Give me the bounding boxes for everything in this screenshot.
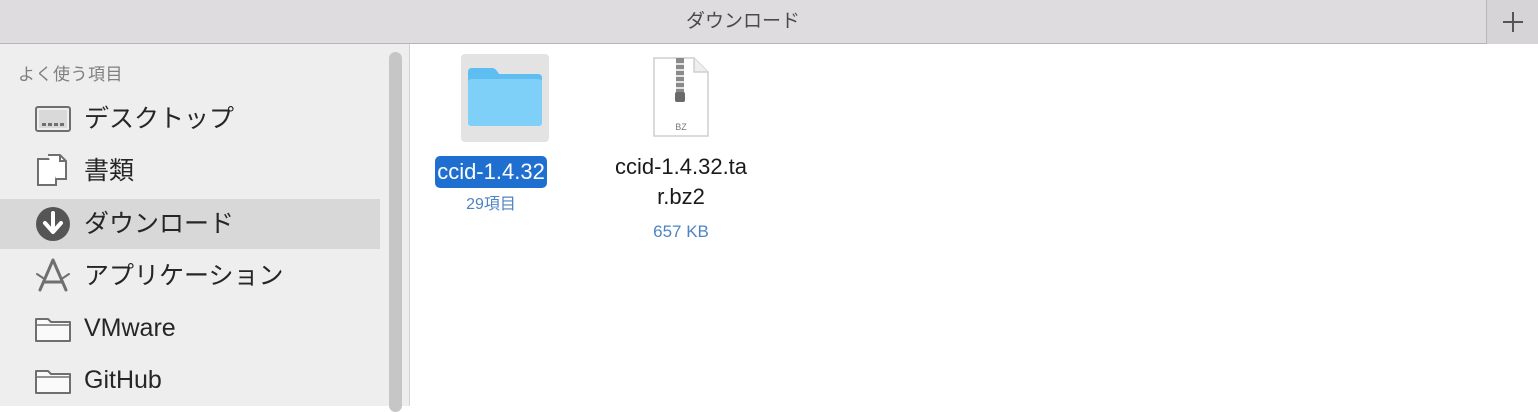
archive-badge: BZ: [675, 122, 687, 132]
file-name[interactable]: ccid-1.4.32: [435, 156, 547, 188]
sidebar-scrollbar[interactable]: [386, 44, 410, 412]
tab-title[interactable]: ダウンロード: [0, 0, 1486, 44]
sidebar-item-label: ダウンロード: [84, 210, 235, 238]
sidebar-item-applications[interactable]: アプリケーション: [0, 251, 380, 301]
sidebar-section-favorites: よく使う項目: [18, 65, 123, 84]
tab-bar: ダウンロード: [0, 0, 1538, 44]
sidebar-item-label: デスクトップ: [84, 105, 235, 133]
sidebar-item-label: VMware: [84, 314, 176, 342]
file-name[interactable]: ccid-1.4.32.ta r.bz2: [598, 152, 764, 212]
sidebar-item-label: 書類: [84, 157, 135, 185]
plus-icon: [1503, 12, 1523, 32]
file-browser[interactable]: ccid-1.4.32 29項目 BZ ccid-1.4.32.ta r.bz2…: [410, 44, 1538, 406]
downloads-icon: [34, 206, 72, 242]
sidebar-item-github[interactable]: GitHub: [0, 355, 380, 405]
sidebar-item-vmware[interactable]: VMware: [0, 303, 380, 353]
sidebar-item-desktop[interactable]: デスクトップ: [0, 94, 380, 144]
file-size: 657 KB: [653, 222, 709, 241]
sidebar-item-label: アプリケーション: [84, 262, 284, 290]
sidebar-item-label: GitHub: [84, 366, 162, 394]
new-tab-button[interactable]: [1486, 0, 1538, 44]
file-item-archive[interactable]: BZ ccid-1.4.32.ta r.bz2 657 KB: [598, 52, 768, 252]
file-name-line1: ccid-1.4.32.ta: [614, 154, 748, 179]
scrollbar-thumb[interactable]: [389, 52, 402, 412]
desktop-icon: [34, 101, 72, 137]
sidebar-item-documents[interactable]: 書類: [0, 146, 380, 196]
folder-icon: [468, 68, 542, 126]
sidebar-item-downloads[interactable]: ダウンロード: [0, 199, 380, 249]
file-name-line2: r.bz2: [657, 184, 705, 209]
folder-icon: [34, 362, 72, 398]
file-item-folder[interactable]: ccid-1.4.32 29項目: [434, 52, 574, 222]
archive-file-icon: BZ: [653, 57, 709, 137]
applications-icon: [34, 258, 72, 294]
sidebar: よく使う項目 デスクトップ 書類 ダウンロード アプリケーション VMware …: [0, 44, 386, 406]
documents-icon: [34, 153, 72, 189]
folder-icon: [34, 310, 72, 346]
file-item-count: 29項目: [466, 196, 516, 213]
